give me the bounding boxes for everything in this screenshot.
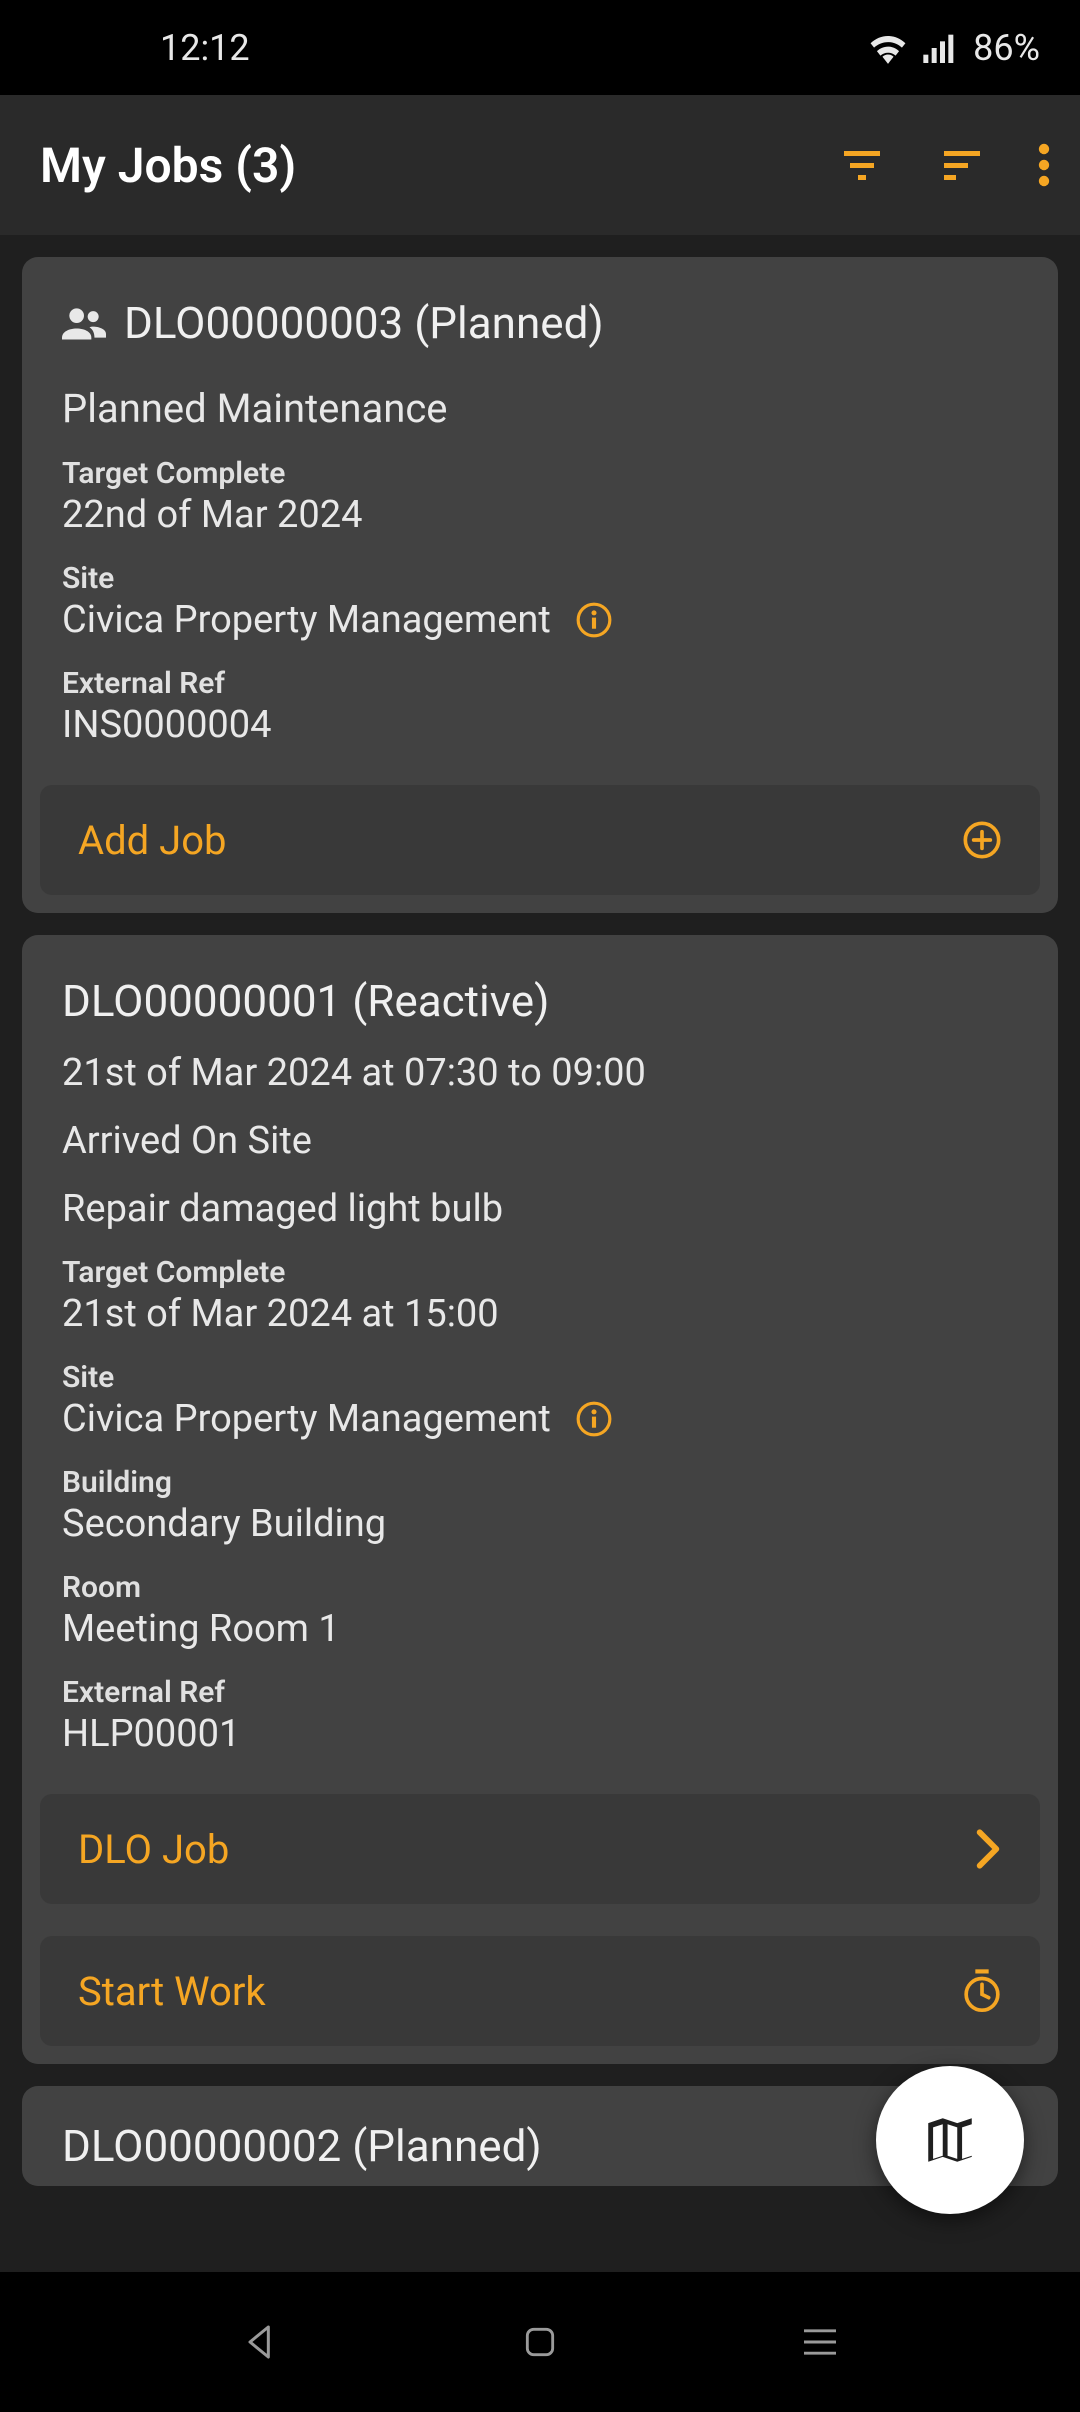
people-icon	[62, 306, 106, 340]
start-work-button[interactable]: Start Work	[40, 1936, 1040, 2046]
field-value: Civica Property Management	[62, 598, 551, 642]
system-nav-bar	[0, 2272, 1080, 2412]
job-description: Repair damaged light bulb	[62, 1187, 1018, 1231]
chevron-right-icon	[974, 1829, 1002, 1869]
field-value: Secondary Building	[62, 1502, 1018, 1546]
field-label: Site	[62, 1360, 1018, 1395]
field-value: Civica Property Management	[62, 1397, 551, 1441]
field-label: Room	[62, 1570, 1018, 1605]
map-fab[interactable]	[876, 2066, 1024, 2214]
field-label: Target Complete	[62, 1255, 1018, 1290]
field-value: 21st of Mar 2024 at 15:00	[62, 1292, 1018, 1336]
signal-icon	[923, 33, 957, 63]
job-list: DLO00000003 (Planned) Planned Maintenanc…	[0, 235, 1080, 2272]
plus-circle-icon	[962, 820, 1002, 860]
nav-recent-icon[interactable]	[800, 2326, 840, 2358]
job-card[interactable]: DLO00000003 (Planned) Planned Maintenanc…	[22, 257, 1058, 913]
job-title-row: DLO00000003 (Planned)	[62, 297, 1018, 349]
field-value: HLP00001	[62, 1712, 1018, 1756]
more-vert-icon[interactable]	[1038, 141, 1050, 189]
app-bar: My Jobs (3)	[0, 95, 1080, 235]
status-time: 12:12	[160, 27, 250, 69]
field-site: Site Civica Property Management	[62, 1360, 1018, 1441]
job-title: DLO00000002 (Planned)	[62, 2120, 542, 2172]
dlo-job-button[interactable]: DLO Job	[40, 1794, 1040, 1904]
field-extref: External Ref INS0000004	[62, 666, 1018, 747]
field-label: Building	[62, 1465, 1018, 1500]
nav-back-icon[interactable]	[240, 2322, 280, 2362]
info-icon[interactable]	[575, 1400, 613, 1438]
app-bar-actions	[838, 141, 1050, 189]
field-target: Target Complete 21st of Mar 2024 at 15:0…	[62, 1255, 1018, 1336]
nav-home-icon[interactable]	[521, 2323, 559, 2361]
add-job-button[interactable]: Add Job	[40, 785, 1040, 895]
timer-icon	[962, 1969, 1002, 2013]
page-title: My Jobs (3)	[40, 137, 838, 194]
button-label: Start Work	[78, 1968, 266, 2015]
map-icon	[921, 2111, 979, 2169]
button-label: DLO Job	[78, 1826, 229, 1873]
button-label: Add Job	[78, 817, 226, 864]
job-title: DLO00000003 (Planned)	[124, 297, 604, 349]
status-right: 86%	[869, 27, 1040, 69]
field-value: 22nd of Mar 2024	[62, 493, 1018, 537]
status-battery: 86%	[973, 27, 1040, 69]
field-label: External Ref	[62, 1675, 1018, 1710]
status-bar: 12:12 86%	[0, 0, 1080, 95]
field-target: Target Complete 22nd of Mar 2024	[62, 456, 1018, 537]
job-title: DLO00000001 (Reactive)	[62, 975, 1018, 1027]
app-frame: My Jobs (3) DLO00000003 (Planned) Planne…	[0, 95, 1080, 2272]
job-timerange: 21st of Mar 2024 at 07:30 to 09:00	[62, 1051, 1018, 1095]
filter-icon[interactable]	[838, 141, 886, 189]
field-label: Target Complete	[62, 456, 1018, 491]
sort-icon[interactable]	[936, 141, 988, 189]
field-value: INS0000004	[62, 703, 1018, 747]
wifi-icon	[869, 32, 907, 64]
field-value: Meeting Room 1	[62, 1607, 1018, 1651]
info-icon[interactable]	[575, 601, 613, 639]
job-card[interactable]: DLO00000001 (Reactive) 21st of Mar 2024 …	[22, 935, 1058, 2064]
field-label: External Ref	[62, 666, 1018, 701]
field-room: Room Meeting Room 1	[62, 1570, 1018, 1651]
field-label: Site	[62, 561, 1018, 596]
job-status: Arrived On Site	[62, 1119, 1018, 1163]
field-building: Building Secondary Building	[62, 1465, 1018, 1546]
job-description: Planned Maintenance	[62, 385, 1018, 432]
field-extref: External Ref HLP00001	[62, 1675, 1018, 1756]
field-site: Site Civica Property Management	[62, 561, 1018, 642]
